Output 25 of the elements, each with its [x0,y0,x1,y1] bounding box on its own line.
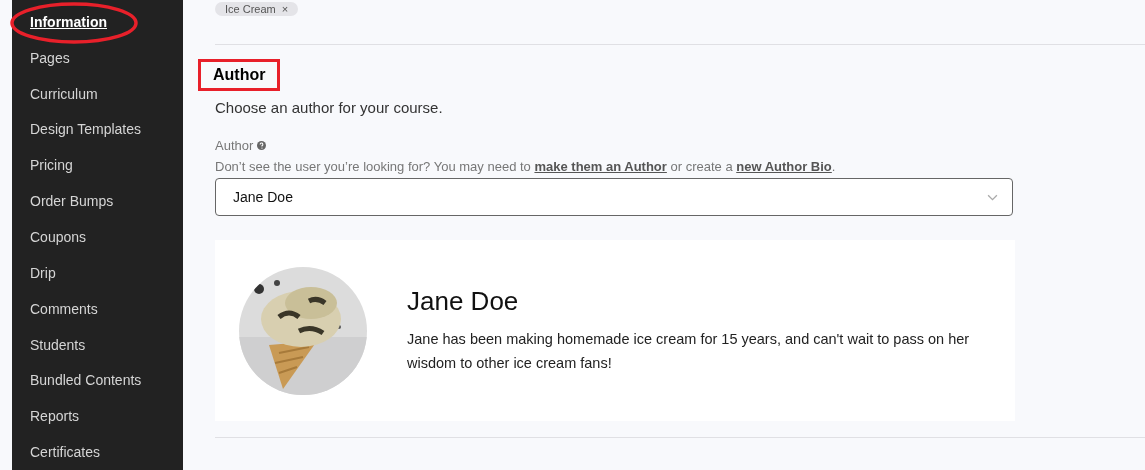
remove-tag-button[interactable]: × [281,3,289,15]
sidebar-item[interactable]: Students [12,336,86,353]
author-bio: Jane has been making homemade ice cream for 15 years, and can't wait to pass on her wisdom to other ice cream fans! [407,330,971,373]
sidebar-item[interactable]: Curriculum [12,85,98,102]
section-description: Choose an author for your course. [215,99,444,116]
field-label: Author [215,138,254,153]
link[interactable]: new Author Bio [736,159,832,174]
chevron-down-icon [987,193,998,201]
author-select[interactable]: Jane Doe [215,178,1013,216]
field-hint: Don’t see the user you’re looking for? You may need to make them an Author or create a new Author Bio. [215,159,837,174]
sidebar-item[interactable]: Comments [12,300,98,317]
sidebar-item[interactable]: Order Bumps [12,193,114,210]
sidebar-item[interactable]: Certificates [12,444,101,461]
sidebar-item[interactable]: Pricing [12,157,73,174]
sidebar-item[interactable]: Coupons [12,229,87,245]
sidebar-item[interactable]: Bundled Contents [12,372,142,389]
help-icon[interactable] [257,141,267,150]
link[interactable]: make them an Author [534,159,667,174]
author-name: Jane Doe [407,286,520,317]
sidebar-item[interactable]: Reports [12,408,80,425]
sidebar-item[interactable]: Pages [12,49,70,66]
section-heading: Author [198,59,281,91]
tag-label: Ice Cream [225,3,276,15]
sidebar-item[interactable]: Design Templates [12,121,142,138]
sidebar-item[interactable]: Drip [12,264,56,281]
